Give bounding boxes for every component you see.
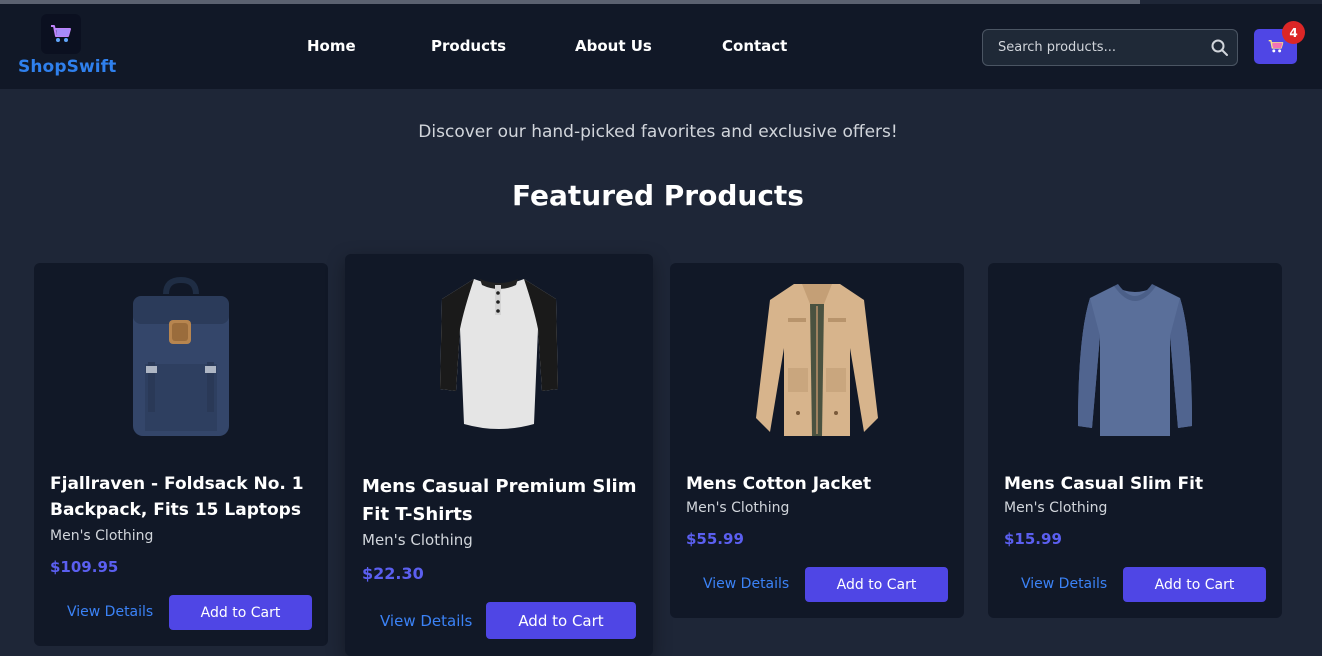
product-price: $22.30 [362,564,424,583]
view-details-link[interactable]: View Details [703,576,789,592]
product-image[interactable] [737,273,897,443]
product-title[interactable]: Mens Casual Premium Slim Fit T-Shirts [362,473,642,529]
cotton-jacket-image [756,284,878,436]
product-title[interactable]: Fjallraven - Foldsack No. 1 Backpack, Fi… [50,471,320,524]
product-card[interactable]: Mens Casual Premium Slim Fit T-Shirts Me… [345,254,653,656]
shopping-cart-icon [51,25,71,42]
add-to-cart-button[interactable]: Add to Cart [1123,567,1266,602]
product-image[interactable] [101,273,261,443]
product-image[interactable] [1055,273,1215,443]
raglan-tshirt-image [440,279,558,429]
search-icon[interactable] [1210,38,1230,58]
add-to-cart-button[interactable]: Add to Cart [805,567,948,602]
product-title[interactable]: Mens Casual Slim Fit [1004,471,1274,497]
view-details-link[interactable]: View Details [1021,576,1107,592]
product-card[interactable]: Fjallraven - Foldsack No. 1 Backpack, Fi… [34,263,328,646]
section-title: Featured Products [512,179,804,212]
backpack-image [133,276,229,436]
product-price: $109.95 [50,558,119,576]
cart-count-badge: 4 [1282,21,1305,44]
search-box [982,29,1238,66]
product-card[interactable]: Mens Casual Slim Fit Men's Clothing $15.… [988,263,1282,618]
nav-contact[interactable]: Contact [722,37,787,55]
product-category: Men's Clothing [686,500,790,516]
search-input[interactable] [983,30,1205,65]
product-category: Men's Clothing [362,531,473,549]
nav-products[interactable]: Products [431,37,506,55]
hero-subtitle: Discover our hand-picked favorites and e… [418,122,898,142]
longsleeve-shirt-image [1078,283,1192,436]
shopping-cart-icon [1268,39,1283,53]
product-price: $15.99 [1004,530,1062,548]
product-category: Men's Clothing [50,528,154,544]
nav-about-us[interactable]: About Us [575,37,652,55]
view-details-link[interactable]: View Details [380,612,472,630]
product-price: $55.99 [686,530,744,548]
add-to-cart-button[interactable]: Add to Cart [486,602,636,639]
add-to-cart-button[interactable]: Add to Cart [169,595,312,630]
product-card[interactable]: Mens Cotton Jacket Men's Clothing $55.99… [670,263,964,618]
product-category: Men's Clothing [1004,500,1108,516]
logo[interactable] [41,14,81,54]
brand-name[interactable]: ShopSwift [18,57,116,77]
product-image[interactable] [419,266,579,442]
product-title[interactable]: Mens Cotton Jacket [686,471,956,497]
nav-home[interactable]: Home [307,37,356,55]
view-details-link[interactable]: View Details [67,604,153,620]
site-header: ShopSwift Home Products About Us Contact… [0,4,1322,89]
